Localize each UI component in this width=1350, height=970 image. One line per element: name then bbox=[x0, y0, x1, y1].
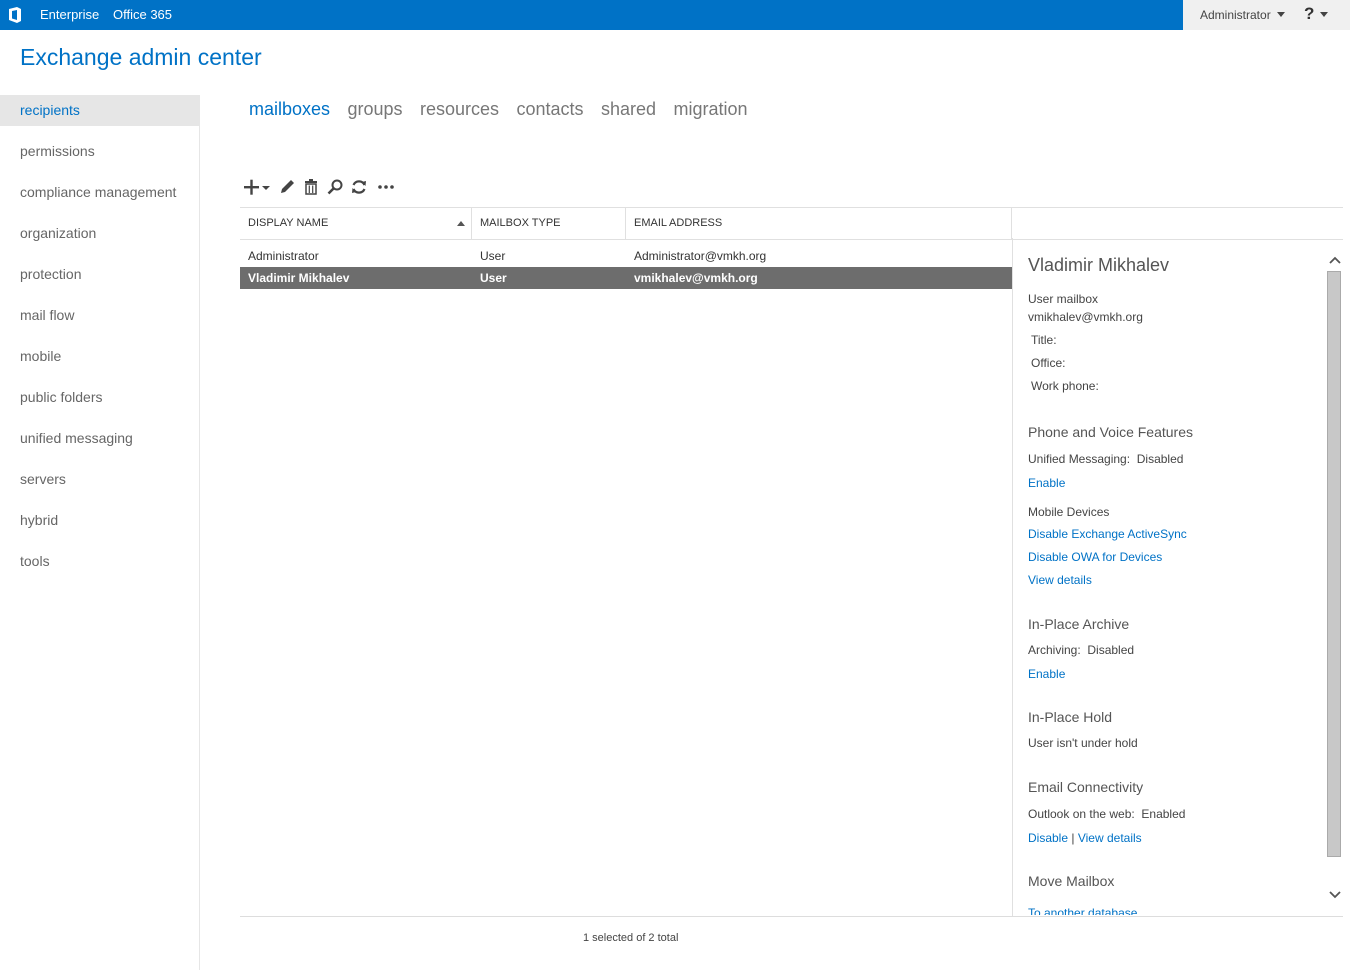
details-work-phone-label: Work phone: bbox=[1031, 379, 1099, 393]
chevron-down-icon bbox=[1276, 12, 1285, 17]
tab-contacts[interactable]: contacts bbox=[516, 99, 583, 120]
owa-status: Outlook on the web: Enabled bbox=[1028, 807, 1185, 821]
details-pane: Vladimir Mikhalev User mailbox vmikhalev… bbox=[1013, 239, 1328, 915]
archiving-status: Archiving: Disabled bbox=[1028, 643, 1134, 657]
sidebar-item-mail-flow[interactable]: mail flow bbox=[0, 300, 199, 331]
section-in-place-archive: In-Place Archive bbox=[1028, 616, 1130, 632]
enterprise-link[interactable]: Enterprise bbox=[40, 7, 99, 22]
column-email-address[interactable]: EMAIL ADDRESS bbox=[626, 208, 1012, 239]
cell-display-name: Vladimir Mikhalev bbox=[248, 271, 350, 285]
archiving-label: Archiving: bbox=[1028, 643, 1081, 657]
sidebar-item-organization[interactable]: organization bbox=[0, 218, 199, 249]
tab-migration[interactable]: migration bbox=[673, 99, 747, 120]
office365-link[interactable]: Office 365 bbox=[113, 7, 172, 22]
disable-owa-devices-link[interactable]: Disable OWA for Devices bbox=[1028, 550, 1162, 564]
sidebar-item-hybrid[interactable]: hybrid bbox=[0, 505, 199, 536]
table-row[interactable]: Vladimir Mikhalev User vmikhalev@vmkh.or… bbox=[240, 267, 1012, 289]
page-title: Exchange admin center bbox=[20, 44, 262, 70]
um-label: Unified Messaging: bbox=[1028, 452, 1131, 466]
chevron-down-icon bbox=[1320, 12, 1329, 17]
refresh-icon[interactable] bbox=[349, 177, 369, 197]
sidebar-item-tools[interactable]: tools bbox=[0, 546, 199, 577]
search-icon[interactable] bbox=[325, 177, 345, 197]
details-email: vmikhalev@vmkh.org bbox=[1028, 310, 1143, 324]
owa-value: Enabled bbox=[1141, 807, 1186, 821]
um-value: Disabled bbox=[1136, 452, 1184, 466]
sidebar-item-recipients[interactable]: recipients bbox=[0, 95, 199, 126]
cell-display-name: Administrator bbox=[248, 249, 319, 263]
details-title-label: Title: bbox=[1031, 333, 1057, 347]
column-display-name[interactable]: DISPLAY NAME bbox=[240, 208, 472, 239]
tab-resources[interactable]: resources bbox=[420, 99, 499, 120]
disable-activesync-link[interactable]: Disable Exchange ActiveSync bbox=[1028, 527, 1187, 541]
mobile-devices-label: Mobile Devices bbox=[1028, 505, 1110, 519]
owa-label: Outlook on the web: bbox=[1028, 807, 1135, 821]
edit-icon[interactable] bbox=[277, 177, 297, 197]
scroll-down-icon[interactable] bbox=[1327, 886, 1343, 902]
help-menu[interactable]: ? bbox=[1304, 4, 1329, 24]
link-separator: | bbox=[1071, 831, 1075, 845]
delete-icon[interactable] bbox=[301, 177, 321, 197]
user-menu[interactable]: Administrator bbox=[1200, 8, 1285, 22]
scroll-up-icon[interactable] bbox=[1327, 253, 1343, 269]
archiving-value: Disabled bbox=[1087, 643, 1135, 657]
sidebar-item-mobile[interactable]: mobile bbox=[0, 341, 199, 372]
owa-view-details-link[interactable]: View details bbox=[1078, 831, 1142, 845]
user-area: Administrator ? bbox=[1183, 0, 1350, 30]
top-bar: Enterprise Office 365 Administrator ? bbox=[0, 0, 1350, 30]
details-mailbox-kind: User mailbox bbox=[1028, 292, 1099, 306]
archive-enable-link[interactable]: Enable bbox=[1028, 667, 1065, 681]
section-email-connectivity: Email Connectivity bbox=[1028, 779, 1144, 795]
details-office-label: Office: bbox=[1031, 356, 1066, 370]
cell-email-address: Administrator@vmkh.org bbox=[634, 249, 767, 263]
user-menu-label: Administrator bbox=[1200, 8, 1271, 22]
help-icon: ? bbox=[1304, 4, 1315, 23]
owa-actions: Disable | View details bbox=[1028, 831, 1142, 845]
um-enable-link[interactable]: Enable bbox=[1028, 476, 1065, 490]
office-logo-icon[interactable] bbox=[6, 6, 24, 24]
mobile-view-details-link[interactable]: View details bbox=[1028, 573, 1092, 587]
hold-status: User isn't under hold bbox=[1028, 736, 1138, 750]
tab-groups[interactable]: groups bbox=[348, 99, 403, 120]
add-icon[interactable] bbox=[242, 177, 272, 197]
sidebar-item-compliance-management[interactable]: compliance management bbox=[0, 177, 199, 208]
details-name: Vladimir Mikhalev bbox=[1028, 255, 1170, 275]
cell-email-address: vmikhalev@vmkh.org bbox=[634, 271, 758, 285]
footer-divider bbox=[240, 916, 1343, 917]
sidebar-item-permissions[interactable]: permissions bbox=[0, 136, 199, 167]
more-icon[interactable] bbox=[376, 177, 396, 197]
owa-disable-link[interactable]: Disable bbox=[1028, 831, 1068, 845]
column-display-name-label: DISPLAY NAME bbox=[248, 217, 329, 229]
sidebar: recipients permissions compliance manage… bbox=[0, 95, 200, 970]
tab-bar: mailboxes groups resources contacts shar… bbox=[249, 99, 761, 123]
section-in-place-hold: In-Place Hold bbox=[1028, 709, 1113, 725]
table-row[interactable]: Administrator User Administrator@vmkh.or… bbox=[240, 245, 1012, 267]
selection-status: 1 selected of 2 total bbox=[583, 932, 679, 944]
column-mailbox-type[interactable]: MAILBOX TYPE bbox=[472, 208, 626, 239]
scrollbar[interactable] bbox=[1327, 271, 1341, 857]
tab-mailboxes[interactable]: mailboxes bbox=[249, 99, 330, 120]
tab-shared[interactable]: shared bbox=[601, 99, 656, 120]
sidebar-item-protection[interactable]: protection bbox=[0, 259, 199, 290]
section-move-mailbox: Move Mailbox bbox=[1028, 873, 1115, 889]
section-phone-voice: Phone and Voice Features bbox=[1028, 424, 1194, 440]
sort-ascending-icon bbox=[457, 221, 465, 226]
cell-mailbox-type: User bbox=[480, 249, 506, 263]
move-to-another-database-link[interactable]: To another database bbox=[1028, 906, 1137, 915]
cell-mailbox-type: User bbox=[480, 271, 507, 285]
sidebar-item-public-folders[interactable]: public folders bbox=[0, 382, 199, 413]
sidebar-item-servers[interactable]: servers bbox=[0, 464, 199, 495]
grid-header: DISPLAY NAME MAILBOX TYPE EMAIL ADDRESS bbox=[240, 207, 1343, 240]
sidebar-item-unified-messaging[interactable]: unified messaging bbox=[0, 423, 199, 454]
unified-messaging-status: Unified Messaging: Disabled bbox=[1028, 452, 1183, 466]
